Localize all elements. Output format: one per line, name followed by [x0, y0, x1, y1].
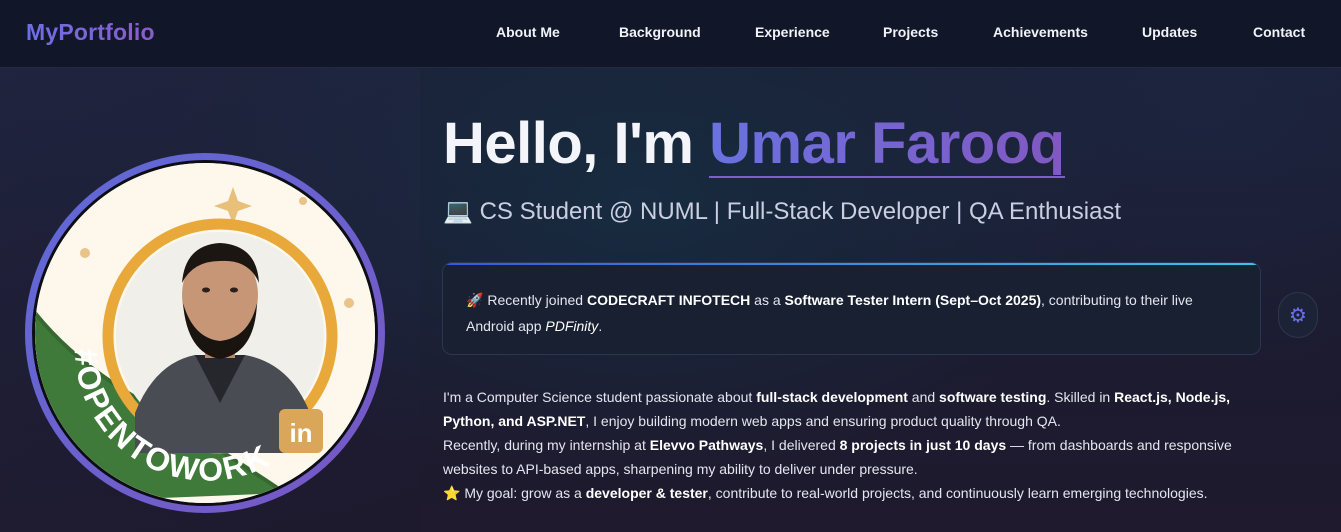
nav-link-achievements[interactable]: Achievements: [993, 24, 1088, 40]
about-text: . Skilled in: [1046, 389, 1115, 405]
about-paragraph-goal: ⭐ My goal: grow as a developer & tester,…: [443, 481, 1263, 505]
gear-icon: ⚙: [1289, 304, 1307, 327]
top-navbar: MyPortfolio About Me Background Experien…: [0, 0, 1341, 68]
nav-link-about-me[interactable]: About Me: [496, 24, 560, 40]
hero-subtitle: 💻 CS Student @ NUML | Full-Stack Develop…: [443, 197, 1121, 226]
nav-link-updates[interactable]: Updates: [1142, 24, 1197, 40]
about-text: I'm a Computer Science student passionat…: [443, 389, 757, 405]
announcement-card: 🚀 Recently joined CODECRAFT INFOTECH as …: [442, 262, 1261, 355]
nav-link-background[interactable]: Background: [619, 24, 701, 40]
portfolio-page: MyPortfolio About Me Background Experien…: [0, 0, 1341, 532]
announcement-part: .: [598, 318, 603, 334]
announcement-app: PDFinity: [545, 318, 599, 334]
about-highlight: software testing: [939, 389, 1047, 405]
nav-link-projects[interactable]: Projects: [883, 24, 938, 40]
announcement-role: Software Tester Intern (Sept–Oct 2025): [784, 292, 1042, 308]
about-highlight: full-stack development: [756, 389, 908, 405]
hero-heading: Hello, I'm Umar Farooq: [443, 110, 1065, 178]
avatar-illustration: in #OPENTOWORK: [35, 163, 375, 503]
settings-button[interactable]: ⚙: [1278, 292, 1318, 338]
about-text: My goal: grow as a: [460, 485, 586, 501]
star-icon: ⭐: [443, 485, 461, 501]
hero-subtitle-text: CS Student @ NUML | Full-Stack Developer…: [479, 198, 1122, 225]
about-text: Recently, during my internship at: [443, 437, 650, 453]
about-text: , I enjoy building modern web apps and e…: [585, 413, 1061, 429]
about-highlight: 8 projects in just 10 days: [839, 437, 1007, 453]
about-text: , contribute to real-world projects, and…: [707, 485, 1208, 501]
announcement-text: 🚀 Recently joined CODECRAFT INFOTECH as …: [466, 287, 1236, 339]
about-section: I'm a Computer Science student passionat…: [443, 385, 1263, 505]
about-paragraph-skills: I'm a Computer Science student passionat…: [443, 385, 1263, 433]
nav-link-contact[interactable]: Contact: [1253, 24, 1305, 40]
announcement-part: as a: [750, 292, 785, 308]
nav-link-experience[interactable]: Experience: [755, 24, 830, 40]
about-text: , I delivered: [763, 437, 840, 453]
profile-avatar: in #OPENTOWORK: [32, 160, 378, 506]
about-highlight: developer & tester: [585, 485, 708, 501]
hero-name: Umar Farooq: [709, 111, 1065, 178]
linkedin-icon: in: [279, 409, 323, 453]
announcement-company: CODECRAFT INFOTECH: [586, 292, 751, 308]
hero-greeting: Hello, I'm: [443, 111, 710, 176]
rocket-icon: 🚀: [466, 292, 484, 308]
announcement-part: Recently joined: [483, 292, 587, 308]
about-text: and: [907, 389, 940, 405]
svg-text:in: in: [289, 418, 312, 448]
about-highlight: Elevvo Pathways: [649, 437, 764, 453]
profile-avatar-ring: in #OPENTOWORK: [25, 153, 385, 513]
site-logo[interactable]: MyPortfolio: [26, 19, 155, 46]
about-paragraph-internship: Recently, during my internship at Elevvo…: [443, 433, 1263, 481]
laptop-icon: 💻: [443, 198, 473, 225]
